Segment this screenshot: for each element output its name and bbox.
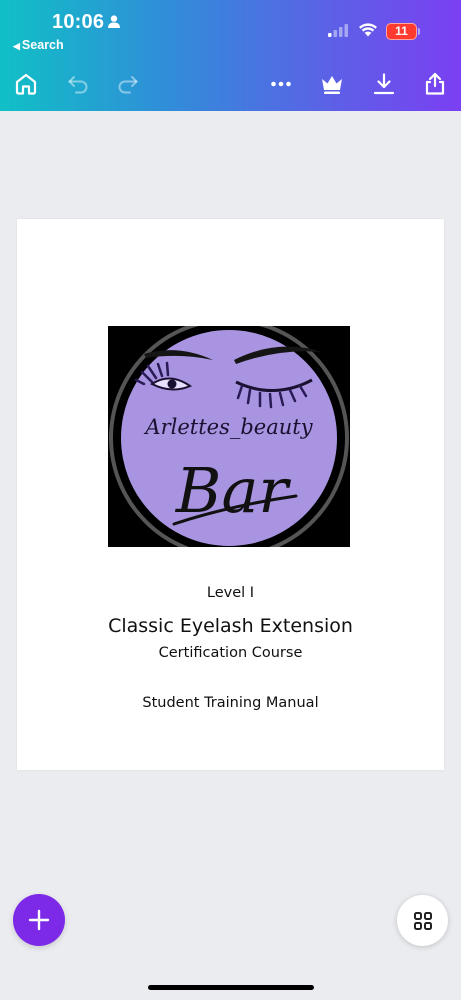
crown-icon[interactable] xyxy=(318,70,346,98)
top-bar: 10:06 ◀ Search 11 xyxy=(0,0,461,111)
home-indicator xyxy=(148,985,314,990)
cellular-signal-icon xyxy=(328,24,350,42)
back-label: Search xyxy=(21,38,64,52)
back-arrow-icon: ◀ xyxy=(13,41,20,51)
brand-logo-image: Arlettes_beauty Bar xyxy=(108,326,350,547)
plus-icon xyxy=(28,909,50,931)
person-icon xyxy=(108,15,120,33)
download-icon[interactable] xyxy=(370,70,398,98)
home-icon[interactable] xyxy=(12,70,40,98)
share-icon[interactable] xyxy=(421,70,449,98)
document-page[interactable]: Arlettes_beauty Bar Level I Classic Eyel… xyxy=(17,219,444,770)
manual-title: Student Training Manual xyxy=(142,695,319,711)
status-bar: 10:06 ◀ Search 11 xyxy=(0,0,461,56)
wifi-icon xyxy=(358,21,378,42)
level-text: Level I xyxy=(206,585,255,601)
more-icon[interactable] xyxy=(267,70,295,98)
battery-percent: 11 xyxy=(395,24,408,38)
back-to-search[interactable]: ◀ Search xyxy=(13,38,64,52)
add-element-button[interactable] xyxy=(13,894,65,946)
battery-indicator: 11 xyxy=(386,23,420,40)
logo-script-text: Bar xyxy=(175,454,292,527)
course-subtitle: Certification Course xyxy=(158,645,303,661)
redo-icon[interactable] xyxy=(114,70,142,98)
logo-brand-text: Arlettes_beauty xyxy=(143,415,313,439)
page-grid-button[interactable] xyxy=(397,895,448,946)
status-time: 10:06 xyxy=(52,11,105,33)
grid-icon xyxy=(413,911,432,930)
course-title: Classic Eyelash Extension xyxy=(108,615,353,637)
undo-icon[interactable] xyxy=(64,70,92,98)
